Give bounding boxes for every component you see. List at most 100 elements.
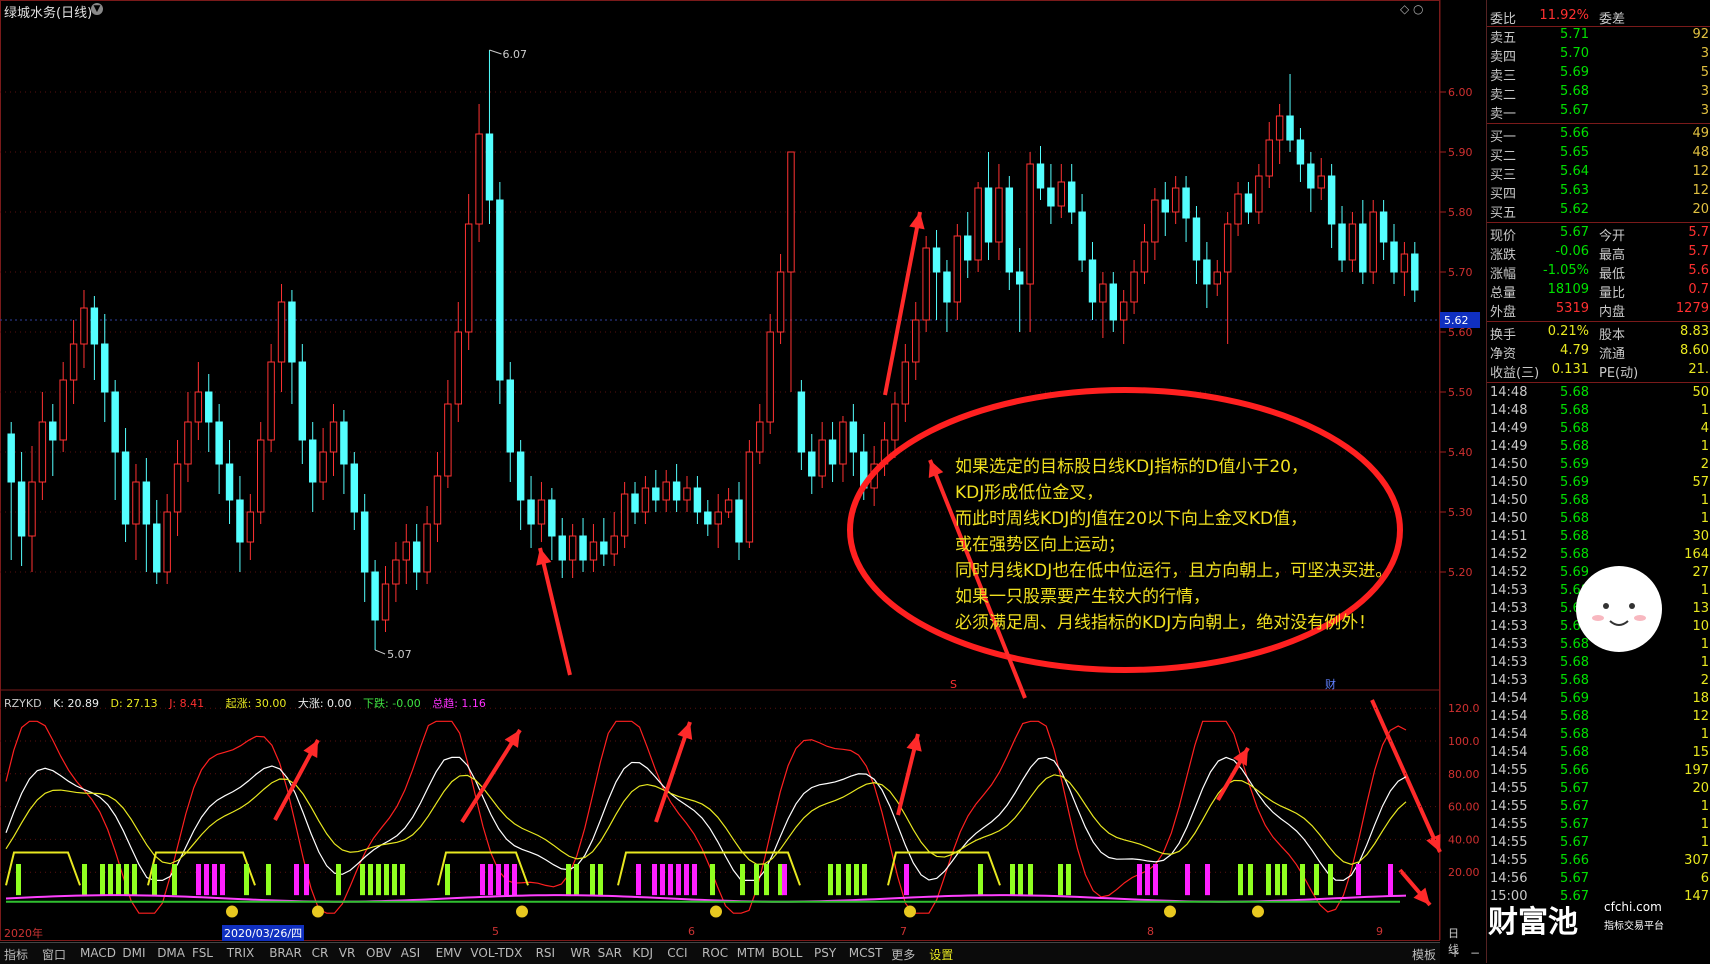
candle-body [319, 451, 327, 483]
tab-rsi[interactable]: RSI [536, 946, 556, 960]
tab-macd[interactable]: MACD [80, 946, 116, 960]
tick-row: 14:53 5.68 2 [1487, 673, 1710, 690]
tab-emv[interactable]: EMV [436, 946, 462, 960]
tab-cci[interactable]: CCI [667, 946, 687, 960]
tab-更多[interactable]: 更多 [891, 946, 915, 963]
tick-row-d: 4 [1700, 421, 1709, 436]
tab-roc[interactable]: ROC [702, 946, 728, 960]
annotation-line: 或在强势区向上运动； [955, 535, 1125, 555]
stat2-row-d: 21. [1688, 362, 1709, 377]
tab-vol-tdx[interactable]: VOL-TDX [470, 946, 522, 960]
tick-row-b: 5.67 [1560, 799, 1589, 814]
candle-body [257, 439, 265, 513]
candle-body [506, 379, 514, 453]
signal-bar-up [1300, 864, 1305, 896]
mascot-face-icon [1592, 603, 1646, 626]
tab-asi[interactable]: ASI [401, 946, 420, 960]
buy-row-a: 买四 [1490, 187, 1517, 202]
indicator-name[interactable]: RZYKD [4, 697, 42, 710]
arrow-up-1 [538, 547, 572, 676]
stat-row: 涨幅 -1.05% 最低 5.6 [1487, 263, 1710, 282]
signal-bar-up [1238, 864, 1243, 896]
tick-row: 14:54 5.68 12 [1487, 709, 1710, 726]
sell-row-d: 3 [1700, 46, 1709, 61]
tab-dma[interactable]: DMA [157, 946, 185, 960]
stat-row-b: -1.05% [1543, 263, 1589, 278]
candle-body [631, 493, 639, 513]
tab-wr[interactable]: WR [570, 946, 590, 960]
tab-mcst[interactable]: MCST [849, 946, 883, 960]
candle-body [693, 487, 702, 513]
tab-boll[interactable]: BOLL [772, 946, 803, 960]
tab-窗口[interactable]: 窗口 [42, 946, 66, 963]
chevron-down-icon[interactable]: ▼ [91, 3, 103, 15]
tab-brar[interactable]: BRAR [269, 946, 302, 960]
sell-row: 卖二 5.68 3 [1487, 84, 1710, 103]
template-button[interactable]: 模板 [1412, 946, 1436, 963]
candle-body [1015, 271, 1024, 285]
candle-body [371, 571, 379, 621]
tab-kdj[interactable]: KDJ [632, 946, 653, 960]
signal-bar-down [220, 864, 225, 896]
candle-body [28, 481, 36, 537]
add-button[interactable]: + [1450, 946, 1460, 960]
indicator-j: J: 8.41 [169, 697, 205, 710]
indicator-d: D: 27.13 [110, 697, 158, 710]
signal-zone [147, 851, 256, 886]
tab-obv[interactable]: OBV [366, 946, 392, 960]
candle-body [839, 421, 847, 465]
tick-row: 14:48 5.68 50 [1487, 385, 1710, 402]
price-tick-label: 5.30 [1448, 506, 1473, 519]
tick-row-d: 30 [1692, 529, 1709, 544]
tick-row-d: 18 [1692, 691, 1709, 706]
tab-sar[interactable]: SAR [598, 946, 622, 960]
weibi-row-b: 11.92% [1539, 8, 1589, 23]
tick-row-d: 1 [1700, 493, 1709, 508]
tick-row-a: 14:55 [1490, 853, 1528, 868]
tick-row: 14:50 5.68 1 [1487, 511, 1710, 528]
tab-psy[interactable]: PSY [814, 946, 836, 960]
tick-row-d: 1 [1700, 439, 1709, 454]
window-controls[interactable]: ◇ ○ [1400, 2, 1424, 16]
tick-row-b: 5.67 [1560, 871, 1589, 886]
buy-row: 买五 5.62 20 [1487, 202, 1710, 221]
candle-body [69, 343, 78, 381]
remove-button[interactable]: − [1470, 946, 1480, 960]
tick-row: 14:54 5.69 18 [1487, 691, 1710, 708]
tab-设置[interactable]: 设置 [929, 946, 953, 963]
chart-title-bar: 绿城水务(日线) ▼ ◇ ○ [0, 0, 1440, 21]
tab-trix[interactable]: TRIX [227, 946, 254, 960]
candle-body [1119, 301, 1128, 321]
high-marker-line [489, 49, 502, 55]
tab-fsl[interactable]: FSL [192, 946, 213, 960]
smile-icon [904, 905, 916, 918]
tab-cr[interactable]: CR [312, 946, 329, 960]
sell-row-d: 3 [1700, 84, 1709, 99]
tab-vr[interactable]: VR [339, 946, 356, 960]
candle-body [756, 421, 764, 453]
candle-body [1223, 223, 1232, 273]
stock-title[interactable]: 绿城水务(日线) [4, 2, 92, 21]
tick-row: 14:50 5.68 1 [1487, 493, 1710, 510]
tab-指标[interactable]: 指标 [4, 946, 28, 963]
kdj-arrow-2-head [677, 722, 693, 740]
tick-row-d: 13 [1692, 601, 1709, 616]
candle-body [1234, 193, 1242, 225]
tick-row-d: 1 [1700, 583, 1709, 598]
tick-row-a: 14:53 [1490, 637, 1528, 652]
candle-body [101, 343, 109, 393]
signal-bar-up [116, 864, 121, 896]
stat2-row-b: 0.131 [1551, 362, 1589, 377]
tab-mtm[interactable]: MTM [737, 946, 765, 960]
candle-body [1057, 181, 1066, 207]
buy-row: 买四 5.63 12 [1487, 183, 1710, 202]
tab-dmi[interactable]: DMI [122, 946, 145, 960]
candle-body [194, 391, 203, 423]
brand-slogan: 指标交易平台 [1604, 921, 1664, 932]
tick-row-a: 14:55 [1490, 781, 1528, 796]
sell-row-d: 3 [1700, 103, 1709, 118]
tick-row-b: 5.68 [1560, 655, 1589, 670]
buy-row-b: 5.63 [1560, 183, 1589, 198]
signal-bar-up [764, 864, 769, 896]
tick-row-a: 14:52 [1490, 565, 1528, 580]
